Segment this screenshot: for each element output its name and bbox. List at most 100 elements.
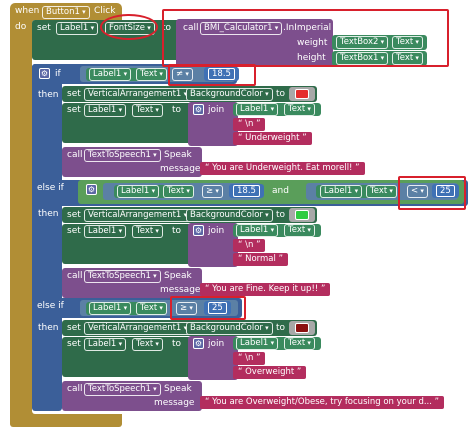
then-keyword-1: then bbox=[38, 90, 59, 100]
message2-string[interactable]: “ You are Fine. Keep it up!! ” bbox=[200, 283, 331, 296]
event-block-bottom bbox=[10, 414, 122, 427]
join3-prop-dropdown[interactable]: Text bbox=[284, 337, 315, 350]
call-highlight-box bbox=[162, 9, 449, 67]
set-keyword-bg3: set bbox=[67, 323, 81, 333]
if1-prop-dropdown[interactable]: Text bbox=[136, 68, 167, 81]
elseif1-comp-a-dropdown[interactable]: Label1 bbox=[117, 185, 160, 198]
join1-prop-dropdown[interactable]: Text bbox=[284, 103, 315, 116]
message3-label: message bbox=[154, 398, 195, 408]
and-keyword: and bbox=[272, 186, 289, 196]
if1-operator-highlight bbox=[168, 64, 256, 86]
elseif1-comp-b-dropdown[interactable]: Label1 bbox=[320, 185, 363, 198]
join1-gear-icon[interactable]: ⚙ bbox=[193, 104, 204, 115]
elseif2-keyword: else if bbox=[37, 301, 64, 311]
speak1-method: Speak bbox=[164, 150, 192, 160]
bg2-prop-dropdown[interactable]: BackgroundColor bbox=[186, 209, 273, 222]
text2-comp-dropdown[interactable]: Label1 bbox=[84, 225, 127, 238]
to-keyword-text1: to bbox=[172, 105, 182, 115]
set-component-dropdown[interactable]: Label1 bbox=[56, 22, 99, 35]
elseif1-operator-highlight bbox=[398, 176, 466, 210]
text1-comp-dropdown[interactable]: Label1 bbox=[84, 104, 127, 117]
join2-prop-dropdown[interactable]: Text bbox=[284, 224, 315, 237]
when-label: when bbox=[15, 6, 40, 16]
join1-newline-string[interactable]: “ \n ” bbox=[233, 118, 266, 131]
join1-word-string[interactable]: “ Underweight ” bbox=[233, 132, 312, 145]
set-keyword-text1: set bbox=[67, 105, 81, 115]
join3-word-string[interactable]: “ Overweight ” bbox=[233, 366, 307, 379]
call-keyword-speak2: call bbox=[67, 271, 83, 281]
bg2-comp-dropdown[interactable]: VerticalArrangement1 bbox=[84, 209, 192, 222]
elseif1-prop-a-dropdown[interactable]: Text bbox=[163, 185, 194, 198]
elseif1-number-a[interactable]: 18.5 bbox=[229, 184, 264, 198]
message3-text: You are Overweight/Obese, try focusing o… bbox=[212, 397, 432, 407]
and-gear-icon[interactable]: ⚙ bbox=[86, 184, 97, 195]
text2-prop-dropdown[interactable]: Text bbox=[132, 225, 163, 238]
to-keyword-text3: to bbox=[172, 339, 182, 349]
if1-comp-dropdown[interactable]: Label1 bbox=[89, 68, 132, 81]
bg3-prop-dropdown[interactable]: BackgroundColor bbox=[186, 322, 273, 335]
message2-text: You are Fine. Keep it up!! bbox=[212, 284, 319, 294]
join3-keyword: join bbox=[208, 339, 225, 349]
join3-comp-dropdown[interactable]: Label1 bbox=[236, 337, 279, 350]
elseif2-prop-dropdown[interactable]: Text bbox=[136, 302, 167, 315]
join1-comp-dropdown[interactable]: Label1 bbox=[236, 103, 279, 116]
event-component-dropdown[interactable]: Button1 bbox=[42, 6, 90, 19]
text3-comp-dropdown[interactable]: Label1 bbox=[84, 338, 127, 351]
if-keyword: if bbox=[55, 69, 61, 79]
green-color-swatch[interactable] bbox=[295, 210, 309, 220]
to-keyword-bg2: to bbox=[276, 210, 286, 220]
message1-text: You are Underweight. Eat morell! bbox=[212, 163, 353, 173]
join3-word-text: Overweight bbox=[245, 367, 295, 377]
then-keyword-2: then bbox=[38, 209, 59, 219]
elseif2-comp-dropdown[interactable]: Label1 bbox=[89, 302, 132, 315]
join3-gear-icon[interactable]: ⚙ bbox=[193, 338, 204, 349]
elseif2-operator-highlight bbox=[170, 296, 246, 320]
to-keyword-bg1: to bbox=[276, 89, 286, 99]
join2-word-text: Normal bbox=[245, 254, 276, 264]
speak3-comp-dropdown[interactable]: TextToSpeech1 bbox=[84, 383, 161, 396]
red-color-swatch[interactable] bbox=[295, 89, 309, 99]
set-keyword-bg1: set bbox=[67, 89, 81, 99]
join1-newline-text: \n bbox=[245, 119, 254, 129]
mutator-gear-icon[interactable]: ⚙ bbox=[39, 68, 50, 79]
elseif1-prop-b-dropdown[interactable]: Text bbox=[366, 185, 397, 198]
bg1-comp-dropdown[interactable]: VerticalArrangement1 bbox=[84, 88, 192, 101]
then-keyword-3: then bbox=[38, 323, 59, 333]
join2-newline-string[interactable]: “ \n ” bbox=[233, 239, 266, 252]
message2-label: message bbox=[160, 285, 201, 295]
join2-word-string[interactable]: “ Normal ” bbox=[233, 253, 288, 266]
to-keyword-bg3: to bbox=[276, 323, 286, 333]
message3-string[interactable]: “ You are Overweight/Obese, try focusing… bbox=[200, 396, 445, 409]
set-keyword: set bbox=[37, 23, 51, 33]
bg3-comp-dropdown[interactable]: VerticalArrangement1 bbox=[84, 322, 192, 335]
text3-prop-dropdown[interactable]: Text bbox=[132, 338, 163, 351]
join3-newline-text: \n bbox=[245, 353, 254, 363]
text1-prop-dropdown[interactable]: Text bbox=[132, 104, 163, 117]
call-keyword-speak3: call bbox=[67, 384, 83, 394]
message1-label: message bbox=[160, 164, 201, 174]
set-keyword-text3: set bbox=[67, 339, 81, 349]
join2-newline-text: \n bbox=[245, 240, 254, 250]
speak1-comp-dropdown[interactable]: TextToSpeech1 bbox=[84, 149, 161, 162]
message1-string[interactable]: “ You are Underweight. Eat morell! ” bbox=[200, 162, 365, 175]
speak3-method: Speak bbox=[164, 384, 192, 394]
fontsize-highlight-oval bbox=[100, 14, 158, 40]
elseif1-op-a-dropdown[interactable]: ≥ bbox=[202, 185, 223, 198]
set-keyword-bg2: set bbox=[67, 210, 81, 220]
speak2-method: Speak bbox=[164, 271, 192, 281]
join1-word-text: Underweight bbox=[245, 133, 300, 143]
darkred-color-swatch[interactable] bbox=[295, 323, 309, 333]
elseif1-value-a[interactable]: 18.5 bbox=[233, 185, 260, 197]
join2-comp-dropdown[interactable]: Label1 bbox=[236, 224, 279, 237]
bg1-prop-dropdown[interactable]: BackgroundColor bbox=[186, 88, 273, 101]
elseif1-keyword: else if bbox=[37, 183, 64, 193]
join3-newline-string[interactable]: “ \n ” bbox=[233, 352, 266, 365]
if-block[interactable] bbox=[32, 64, 62, 411]
do-label: do bbox=[15, 22, 27, 32]
join2-gear-icon[interactable]: ⚙ bbox=[193, 225, 204, 236]
to-keyword-text2: to bbox=[172, 226, 182, 236]
speak2-comp-dropdown[interactable]: TextToSpeech1 bbox=[84, 270, 161, 283]
join2-keyword: join bbox=[208, 226, 225, 236]
set-keyword-text2: set bbox=[67, 226, 81, 236]
join1-keyword: join bbox=[208, 105, 225, 115]
